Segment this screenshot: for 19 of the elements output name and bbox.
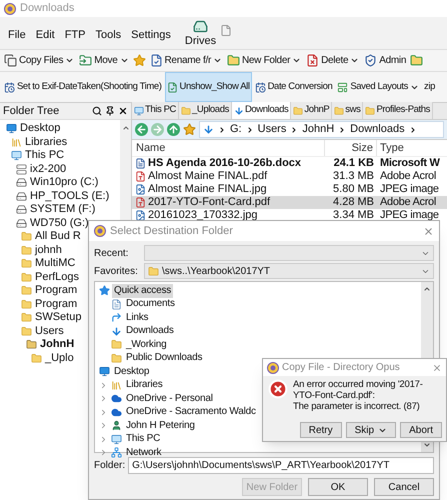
file-type: Adobe Acrol <box>379 169 438 184</box>
file-size: 4.28 MB <box>332 195 375 210</box>
dialog-title: Select Destination Folder <box>110 224 233 239</box>
file-type: Microsoft W <box>379 156 441 171</box>
dialog-title: Copy File - Directory Opus <box>282 361 400 375</box>
panel-title: Folder Tree <box>3 104 60 119</box>
file-size: 24.1 KB <box>332 156 375 171</box>
window-title: Downloads <box>20 1 74 16</box>
file-size: 31.3 MB <box>332 169 375 184</box>
error-message: The parameter is incorrect. (87) <box>293 401 421 412</box>
error-message: An error occurred moving '2017-YTO-Font-Card.pdf': <box>293 379 424 401</box>
field-label: Recent: <box>94 246 130 260</box>
field-label: Folder: <box>94 459 126 473</box>
file-size: 3.34 MB <box>332 208 375 224</box>
field-label: Favorites: <box>94 264 139 278</box>
file-size: 5.80 MB <box>332 182 375 197</box>
file-type: JPEG image <box>379 182 440 197</box>
file-type: JPEG image <box>379 208 440 224</box>
file-type: Adobe Acrol <box>379 195 438 210</box>
